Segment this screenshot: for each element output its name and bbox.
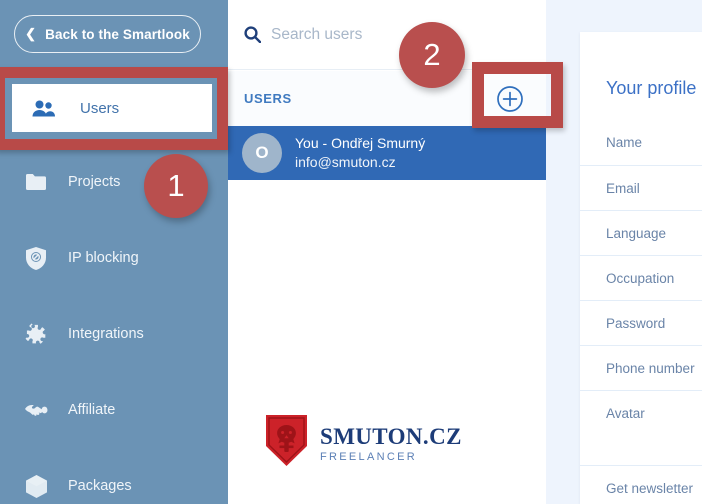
search-bar[interactable] xyxy=(228,0,546,70)
back-to-smartlook-button[interactable]: ❮ Back to the Smartlook xyxy=(14,15,201,53)
brand-logo: SMUTON.CZ FREELANCER xyxy=(263,413,462,473)
profile-row-label: Language xyxy=(606,225,667,241)
folder-icon xyxy=(18,173,54,191)
profile-card: Your profile Name Email Language Occupat… xyxy=(580,32,702,504)
profile-row-occupation[interactable]: Occupation xyxy=(580,255,702,300)
brand-tagline: FREELANCER xyxy=(320,450,417,463)
profile-row-get-newsletter[interactable]: Get newsletter xyxy=(580,465,702,504)
profile-row-label: Occupation xyxy=(606,270,675,286)
profile-row-email[interactable]: Email xyxy=(580,165,702,210)
profile-row-label: Get newsletter xyxy=(606,480,694,496)
shield-lion-icon xyxy=(263,413,310,473)
handshake-icon xyxy=(18,403,54,417)
sidebar-item-affiliate[interactable]: Affiliate xyxy=(0,383,228,437)
profile-row-password[interactable]: Password xyxy=(580,300,702,345)
sidebar-item-users[interactable]: Users xyxy=(12,84,212,132)
annotation-step-2: 2 xyxy=(399,22,465,88)
user-name: You - Ondřej Smurný xyxy=(295,135,426,152)
users-icon xyxy=(26,100,62,117)
sidebar: ❮ Back to the Smartlook Projects IP bloc… xyxy=(0,0,228,504)
page-title: Your profile xyxy=(606,78,697,98)
profile-row-name[interactable]: Name xyxy=(580,120,702,165)
sidebar-item-integrations[interactable]: Integrations xyxy=(0,307,228,361)
users-section-title: USERS xyxy=(244,91,292,106)
sidebar-item-packages[interactable]: Packages xyxy=(0,459,228,504)
profile-row-label: Phone number xyxy=(606,360,695,376)
sidebar-item-label: Affiliate xyxy=(68,402,116,418)
profile-row-label: Password xyxy=(606,315,666,331)
profile-row-phone-number[interactable]: Phone number xyxy=(580,345,702,390)
shield-block-icon xyxy=(18,246,54,270)
back-button-label: Back to the Smartlook xyxy=(45,26,190,42)
sidebar-item-label: Users xyxy=(80,99,120,117)
profile-row-label: Email xyxy=(606,180,640,196)
annotation-step-1: 1 xyxy=(144,154,208,218)
profile-row-language[interactable]: Language xyxy=(580,210,702,255)
profile-row-avatar[interactable]: Avatar xyxy=(580,390,702,465)
avatar: O xyxy=(242,133,282,173)
brand-name: SMUTON.CZ xyxy=(320,423,462,449)
box-icon xyxy=(18,474,54,498)
brand-text: SMUTON.CZ FREELANCER xyxy=(320,424,462,463)
puzzle-icon xyxy=(18,323,54,345)
profile-row-label: Name xyxy=(606,135,643,150)
user-meta: You - Ondřej Smurný info@smuton.cz xyxy=(295,134,425,172)
profile-row-label: Avatar xyxy=(606,406,645,421)
user-email: info@smuton.cz xyxy=(295,154,396,170)
sidebar-item-label: Projects xyxy=(68,174,121,190)
app-root: ❮ Back to the Smartlook Projects IP bloc… xyxy=(0,0,702,504)
sidebar-item-label: Integrations xyxy=(68,326,144,342)
sidebar-item-label: IP blocking xyxy=(68,250,139,266)
users-section-header: USERS xyxy=(228,71,546,126)
list-item[interactable]: O You - Ondřej Smurný info@smuton.cz xyxy=(228,126,546,180)
sidebar-item-label: Packages xyxy=(68,478,132,494)
sidebar-item-ip-blocking[interactable]: IP blocking xyxy=(0,231,228,285)
add-user-button[interactable] xyxy=(496,85,524,113)
search-icon xyxy=(244,26,261,43)
chevron-left-icon: ❮ xyxy=(25,25,37,41)
